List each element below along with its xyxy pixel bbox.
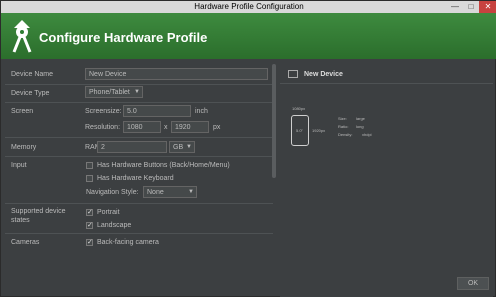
screensize-label: Screensize: [85,108,122,115]
header-banner: Configure Hardware Profile [1,13,496,59]
resolution-unit: px [213,124,221,131]
preview-size-label: Size: [338,116,347,121]
resolution-width-input[interactable]: 1080 [123,121,161,133]
window-title: Hardware Profile Configuration [194,2,304,11]
memory-label: Memory [11,144,37,151]
landscape-label: Landscape [97,222,132,229]
chevron-down-icon: ▼ [134,89,140,95]
preview-density-label: Density: [338,132,353,137]
landscape-checkbox[interactable]: ✓ [86,222,93,229]
back-camera-label: Back-facing camera [97,239,159,246]
resolution-label: Resolution: [85,124,121,131]
input-label: Input [11,162,27,169]
chevron-down-icon: ▼ [186,144,192,150]
device-icon [288,70,298,78]
preview-size-value: large [356,116,365,121]
back-camera-checkbox[interactable]: ✓ [86,239,93,246]
navigation-style-label: Navigation Style: [86,189,139,196]
device-name-label: Device Name [11,71,54,78]
chevron-down-icon: ▼ [188,189,194,195]
portrait-label: Portrait [97,209,120,216]
preview-diagonal: 5.0" [296,128,303,133]
screensize-unit: inch [195,108,208,115]
preview-panel: New Device 1080px 5.0" 1920px Size: larg… [280,64,493,297]
divider [5,233,273,234]
hardware-keyboard-checkbox[interactable] [86,175,93,182]
preview-ratio-label: Ratio: [338,124,349,129]
form-scrollbar[interactable] [272,64,276,178]
cameras-label: Cameras [11,239,40,246]
page-title: Configure Hardware Profile [39,30,208,45]
portrait-checkbox[interactable]: ✓ [86,209,93,216]
device-name-input[interactable]: New Device [85,68,268,80]
hardware-keyboard-label: Has Hardware Keyboard [97,175,174,182]
navigation-style-value: None [147,189,164,196]
preview-width: 1080px [292,106,306,111]
maximize-button[interactable]: □ [463,1,479,13]
divider [5,137,273,138]
preview-density-value: xhdpi [362,132,372,137]
divider [5,156,273,157]
device-type-label: Device Type [11,90,50,97]
ok-button[interactable]: OK [457,277,489,290]
navigation-style-select[interactable]: None ▼ [143,186,197,198]
minimize-button[interactable]: — [447,1,463,13]
ram-input[interactable]: 2 [97,141,167,153]
preview-header: New Device [280,64,493,84]
android-studio-icon [12,20,32,53]
screen-label: Screen [11,108,34,115]
resolution-separator: x [164,124,168,131]
preview-ratio-value: long [356,124,364,129]
preview-height: 1920px [312,128,326,133]
ram-unit-select[interactable]: GB ▼ [169,141,195,153]
preview-title: New Device [304,71,343,78]
supported-states-label: Supported device states [11,208,66,224]
resolution-height-input[interactable]: 1920 [171,121,209,133]
divider [5,84,273,85]
device-type-value: Phone/Tablet [89,89,130,96]
device-type-select[interactable]: Phone/Tablet ▼ [85,86,143,98]
ram-unit-value: GB [173,144,184,151]
title-bar: Hardware Profile Configuration — □ ✕ [1,1,496,13]
hardware-buttons-label: Has Hardware Buttons (Back/Home/Menu) [97,162,230,169]
screensize-input[interactable]: 5.0 [123,105,191,117]
divider [5,203,273,204]
form-panel: Device Name New Device Device Type Phone… [5,64,273,297]
close-button[interactable]: ✕ [479,1,496,13]
hardware-buttons-checkbox[interactable] [86,162,93,169]
divider [5,102,273,103]
dialog-window: Hardware Profile Configuration — □ ✕ Con… [0,0,496,297]
